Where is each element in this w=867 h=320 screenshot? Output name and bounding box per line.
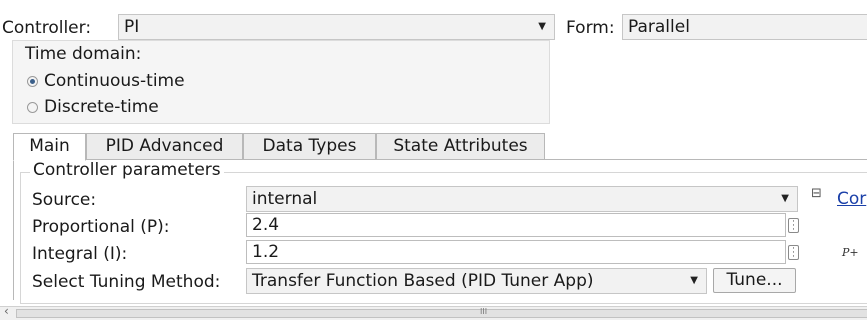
- controller-dropdown[interactable]: PI ▼: [118, 14, 555, 40]
- source-dropdown[interactable]: internal ▼: [246, 186, 798, 212]
- chevron-down-icon: ▼: [690, 275, 698, 286]
- tab-main[interactable]: Main: [13, 133, 86, 161]
- ellipsis-icon[interactable]: · · ·: [788, 218, 799, 235]
- proportional-label: Proportional (P):: [32, 217, 170, 237]
- integral-label: Integral (I):: [32, 244, 128, 264]
- continuous-time-radio[interactable]: [27, 76, 38, 87]
- chevron-down-icon: ▼: [781, 193, 789, 204]
- tuning-method-dropdown[interactable]: Transfer Function Based (PID Tuner App) …: [246, 268, 707, 294]
- discrete-time-label[interactable]: Discrete-time: [44, 97, 159, 117]
- form-label: Form:: [566, 18, 615, 38]
- ellipsis-icon[interactable]: · · ·: [788, 245, 799, 262]
- discrete-time-radio[interactable]: [27, 102, 38, 113]
- tune-button-label: Tune...: [726, 270, 783, 290]
- source-label: Source:: [32, 190, 97, 210]
- tab-pid-advanced[interactable]: PID Advanced: [86, 133, 243, 160]
- tab-data-types-label: Data Types: [262, 136, 357, 156]
- controller-label: Controller:: [2, 18, 92, 38]
- formula-preview: P+: [842, 246, 859, 259]
- controller-parameters-title: Controller parameters: [30, 160, 224, 180]
- form-dropdown[interactable]: Parallel: [622, 14, 867, 40]
- controller-value: PI: [124, 17, 140, 37]
- proportional-input[interactable]: 2.4: [246, 213, 786, 237]
- proportional-value: 2.4: [252, 215, 280, 235]
- tab-main-label: Main: [29, 136, 70, 156]
- integral-value: 1.2: [252, 242, 280, 262]
- continuous-time-label[interactable]: Continuous-time: [44, 71, 185, 91]
- tab-data-types[interactable]: Data Types: [243, 133, 376, 160]
- form-value: Parallel: [628, 17, 690, 37]
- chevron-down-icon: ▼: [538, 21, 546, 32]
- tab-state-attributes-label: State Attributes: [393, 136, 528, 156]
- tuning-method-label: Select Tuning Method:: [32, 272, 221, 292]
- source-value: internal: [252, 189, 318, 209]
- scroll-left-arrow-icon[interactable]: ‹: [4, 304, 9, 318]
- tab-pid-advanced-label: PID Advanced: [105, 136, 224, 156]
- scrollbar-thumb[interactable]: [16, 309, 867, 318]
- tune-button[interactable]: Tune...: [713, 268, 796, 293]
- block-link[interactable]: Cor: [837, 189, 866, 209]
- tuning-method-value: Transfer Function Based (PID Tuner App): [252, 271, 594, 291]
- time-domain-title: Time domain:: [25, 44, 142, 64]
- scrollbar-grip: III: [480, 307, 488, 316]
- tab-state-attributes[interactable]: State Attributes: [376, 133, 545, 160]
- integral-input[interactable]: 1.2: [246, 240, 786, 264]
- collapse-box-icon[interactable]: ⊟: [811, 186, 822, 201]
- horizontal-scrollbar[interactable]: ‹ III: [0, 304, 867, 320]
